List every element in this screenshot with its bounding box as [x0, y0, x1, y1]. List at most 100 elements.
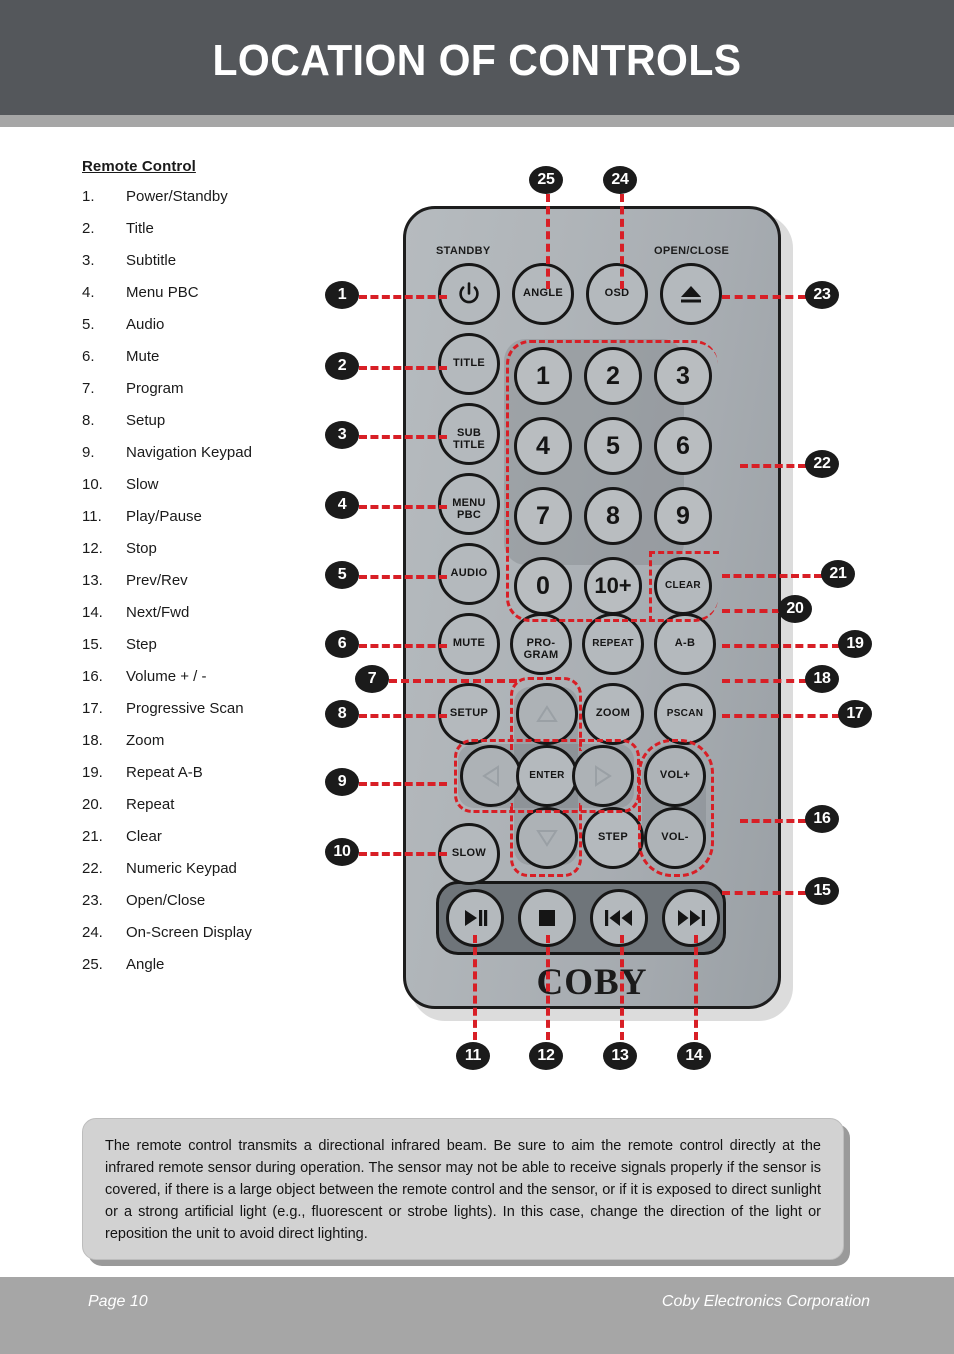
callout-7[interactable]: 7	[355, 665, 389, 693]
note-text: The remote control transmits a direction…	[105, 1138, 821, 1243]
legend-item: 9. Navigation Keypad	[82, 445, 342, 460]
header-accent-band	[0, 115, 954, 127]
chevron-down-icon	[536, 830, 558, 847]
open-close-button[interactable]	[660, 263, 722, 325]
callout-14[interactable]: 14	[677, 1042, 711, 1070]
legend-item-number: 13.	[82, 572, 103, 589]
standby-section-label: STANDBY	[436, 245, 491, 257]
callout-2[interactable]: 2	[325, 352, 359, 380]
callout-12[interactable]: 12	[529, 1042, 563, 1070]
leader-5	[359, 575, 447, 579]
leader-16	[740, 819, 806, 823]
power-standby-button[interactable]	[438, 263, 500, 325]
callout-21[interactable]: 21	[821, 560, 855, 588]
nav-up-button[interactable]	[516, 683, 578, 745]
slow-button[interactable]: SLOW	[438, 823, 500, 885]
callout-13[interactable]: 13	[603, 1042, 637, 1070]
callout-4[interactable]: 4	[325, 491, 359, 519]
audio-button[interactable]: AUDIO	[438, 543, 500, 605]
numeric-key-7[interactable]: 7	[514, 487, 572, 545]
legend-item-label: Numeric Keypad	[126, 860, 237, 877]
legend-item-label: Volume + / -	[126, 668, 207, 685]
legend-item-label: Clear	[126, 828, 162, 845]
legend-item-number: 22.	[82, 860, 103, 877]
leader-10	[359, 852, 447, 856]
angle-button[interactable]: ANGLE	[512, 263, 574, 325]
callout-23[interactable]: 23	[805, 281, 839, 309]
zoom-button[interactable]: ZOOM	[582, 683, 644, 745]
menu-line-2-wrap: PBC	[438, 473, 500, 535]
osd-button[interactable]: OSD	[586, 263, 648, 325]
callout-24[interactable]: 24	[603, 166, 637, 194]
nav-left-button[interactable]	[460, 745, 522, 807]
numeric-key-3[interactable]: 3	[654, 347, 712, 405]
previous-button[interactable]	[590, 889, 648, 947]
callout-15[interactable]: 15	[805, 877, 839, 905]
callout-1[interactable]: 1	[325, 281, 359, 309]
callout-25[interactable]: 25	[529, 166, 563, 194]
menu-line-2: PBC	[456, 509, 482, 522]
title-button[interactable]: TITLE	[438, 333, 500, 395]
legend-item-number: 18.	[82, 732, 103, 749]
nav-down-button[interactable]	[516, 807, 578, 869]
legend-item-number: 25.	[82, 956, 103, 973]
callout-8[interactable]: 8	[325, 700, 359, 728]
legend-item: 21. Clear	[82, 829, 342, 844]
leader-6	[359, 644, 447, 648]
callout-17[interactable]: 17	[838, 700, 872, 728]
mute-button[interactable]: MUTE	[438, 613, 500, 675]
callout-6[interactable]: 6	[325, 630, 359, 658]
callout-3[interactable]: 3	[325, 421, 359, 449]
leader-14	[694, 935, 698, 1040]
repeat-button[interactable]: REPEAT	[582, 613, 644, 675]
callout-10[interactable]: 10	[325, 838, 359, 866]
callout-18[interactable]: 18	[805, 665, 839, 693]
legend-item-label: Repeat A-B	[126, 764, 203, 781]
legend-item: 18. Zoom	[82, 733, 342, 748]
legend-item-label: Setup	[126, 412, 166, 429]
leader-7	[389, 679, 517, 683]
leader-3	[359, 435, 447, 439]
callout-22[interactable]: 22	[805, 450, 839, 478]
callout-9[interactable]: 9	[325, 768, 359, 796]
leader-11	[473, 935, 477, 1040]
numeric-key-2[interactable]: 2	[584, 347, 642, 405]
callout-19[interactable]: 19	[838, 630, 872, 658]
leader-12	[546, 935, 550, 1040]
clear-button[interactable]: CLEAR	[654, 557, 712, 615]
volume-down-button[interactable]: VOL-	[644, 807, 706, 869]
leader-22	[740, 464, 806, 468]
legend-items: 1. Power/Standby 2. Title 3. Subtitle 4. Menu P…	[82, 189, 342, 972]
numeric-key-4[interactable]: 4	[514, 417, 572, 475]
legend-item-number: 8.	[82, 412, 95, 429]
numeric-key-10plus[interactable]: 10+	[584, 557, 642, 615]
step-button[interactable]: STEP	[582, 807, 644, 869]
callout-20[interactable]: 20	[778, 595, 812, 623]
footer-page-number: Page 10	[88, 1293, 148, 1310]
callout-11[interactable]: 11	[456, 1042, 490, 1070]
numeric-key-0[interactable]: 0	[514, 557, 572, 615]
legend-item-label: Menu PBC	[126, 284, 199, 301]
numeric-key-6[interactable]: 6	[654, 417, 712, 475]
callout-16[interactable]: 16	[805, 805, 839, 833]
numeric-key-8[interactable]: 8	[584, 487, 642, 545]
legend-item-number: 4.	[82, 284, 95, 301]
volume-up-button[interactable]: VOL+	[644, 745, 706, 807]
legend-item: 11. Play/Pause	[82, 509, 342, 524]
numeric-key-5[interactable]: 5	[584, 417, 642, 475]
next-button[interactable]	[662, 889, 720, 947]
leader-23	[722, 295, 806, 299]
enter-button[interactable]: ENTER	[516, 745, 578, 807]
leader-15	[722, 891, 806, 895]
setup-button[interactable]: SETUP	[438, 683, 500, 745]
legend-item: 8. Setup	[82, 413, 342, 428]
repeat-ab-button[interactable]: A-B	[654, 613, 716, 675]
pscan-button[interactable]: PSCAN	[654, 683, 716, 745]
numeric-key-1[interactable]: 1	[514, 347, 572, 405]
nav-right-button[interactable]	[572, 745, 634, 807]
numeric-key-9[interactable]: 9	[654, 487, 712, 545]
legend-item-label: Mute	[126, 348, 160, 365]
legend-item: 12. Stop	[82, 541, 342, 556]
legend-item-label: Subtitle	[126, 252, 177, 269]
callout-5[interactable]: 5	[325, 561, 359, 589]
